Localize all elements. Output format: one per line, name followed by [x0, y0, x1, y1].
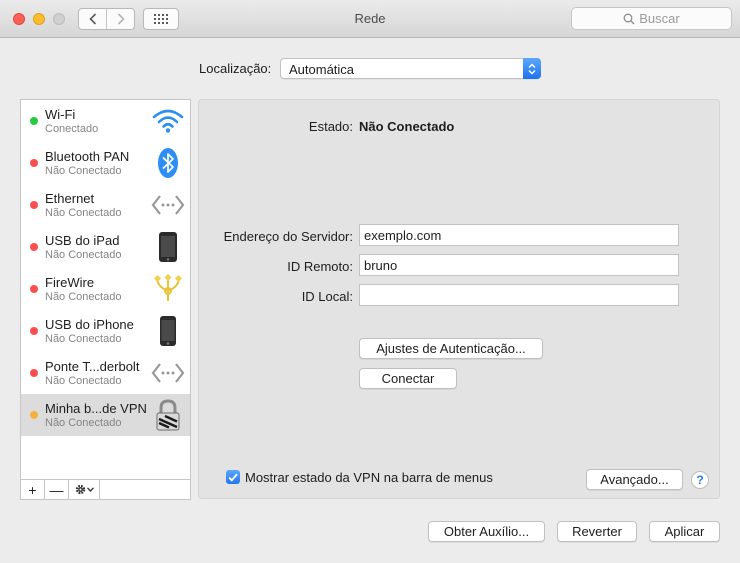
- service-item-vpn[interactable]: Minha b...de VPN Não Conectado: [21, 394, 190, 436]
- service-status: Conectado: [45, 123, 99, 135]
- authentication-settings-button[interactable]: Ajustes de Autenticação...: [359, 338, 543, 359]
- service-item-thunderbolt-bridge[interactable]: Ponte T...derbolt Não Conectado: [21, 352, 190, 394]
- vpn-lock-icon: [151, 399, 185, 431]
- service-name: FireWire: [45, 275, 95, 290]
- help-button[interactable]: ?: [691, 471, 709, 489]
- status-dot: [30, 327, 38, 335]
- server-address-field[interactable]: [359, 224, 679, 246]
- chevron-down-icon: [87, 487, 94, 492]
- search-field[interactable]: Buscar: [571, 7, 732, 30]
- wifi-icon: [151, 105, 185, 137]
- service-name: Wi-Fi: [45, 107, 76, 122]
- connect-button[interactable]: Conectar: [359, 368, 457, 389]
- local-id-label: ID Local:: [301, 289, 353, 304]
- status-dot: [30, 117, 38, 125]
- search-placeholder: Buscar: [639, 11, 680, 26]
- remote-id-label: ID Remoto:: [287, 259, 353, 274]
- service-name: Minha b...de VPN: [45, 401, 147, 416]
- status-dot: [30, 411, 38, 419]
- status-dot: [30, 201, 38, 209]
- location-select[interactable]: Automática: [280, 58, 541, 79]
- actions-menu-button[interactable]: [69, 480, 100, 499]
- status-dot: [30, 369, 38, 377]
- vpn-detail-panel: Estado: Não Conectado Endereço do Servid…: [198, 99, 720, 499]
- revert-button[interactable]: Reverter: [557, 521, 637, 542]
- search-icon: [623, 13, 635, 24]
- thunderbolt-bridge-icon: [151, 357, 185, 389]
- service-name: Bluetooth PAN: [45, 149, 130, 164]
- service-name: USB do iPad: [45, 233, 120, 248]
- service-item-usb-ipad[interactable]: USB do iPad Não Conectado: [21, 226, 190, 268]
- bluetooth-icon: [151, 147, 185, 179]
- status-label: Estado:: [308, 119, 353, 134]
- ipad-icon: [151, 231, 185, 263]
- location-value: Automática: [289, 62, 355, 77]
- remove-service-button[interactable]: —: [45, 480, 69, 499]
- service-item-usb-iphone[interactable]: USB do iPhone Não Conectado: [21, 310, 190, 352]
- firewire-icon: [151, 273, 185, 305]
- service-name: Ponte T...derbolt: [45, 359, 140, 374]
- local-id-input[interactable]: [360, 285, 678, 305]
- remote-id-field[interactable]: [359, 254, 679, 276]
- service-item-ethernet[interactable]: Ethernet Não Conectado: [21, 184, 190, 226]
- service-status: Não Conectado: [45, 417, 122, 429]
- service-status: Não Conectado: [45, 165, 122, 177]
- iphone-icon: [151, 315, 185, 347]
- ethernet-icon: [151, 189, 185, 221]
- service-status: Não Conectado: [45, 207, 122, 219]
- add-service-button[interactable]: +: [21, 480, 45, 499]
- service-item-firewire[interactable]: FireWire Não Conectado: [21, 268, 190, 310]
- show-vpn-status-label[interactable]: Mostrar estado da VPN na barra de menus: [245, 470, 493, 485]
- status-dot: [30, 159, 38, 167]
- status-dot: [30, 243, 38, 251]
- service-name: Ethernet: [45, 191, 95, 206]
- status-value: Não Conectado: [359, 119, 455, 134]
- service-status: Não Conectado: [45, 375, 122, 387]
- get-help-button[interactable]: Obter Auxílio...: [428, 521, 545, 542]
- checkmark-icon: [228, 473, 238, 482]
- local-id-field[interactable]: [359, 284, 679, 306]
- title-bar: Rede Buscar: [0, 0, 740, 38]
- server-address-input[interactable]: [360, 225, 678, 245]
- service-status: Não Conectado: [45, 249, 122, 261]
- location-label: Localização:: [199, 61, 272, 76]
- remote-id-input[interactable]: [360, 255, 678, 275]
- service-name: USB do iPhone: [45, 317, 134, 332]
- service-item-wifi[interactable]: Wi-Fi Conectado: [21, 100, 190, 142]
- service-status: Não Conectado: [45, 333, 122, 345]
- status-dot: [30, 285, 38, 293]
- show-vpn-status-checkbox[interactable]: [226, 470, 240, 484]
- service-status: Não Conectado: [45, 291, 122, 303]
- server-address-label: Endereço do Servidor:: [223, 229, 353, 244]
- updown-arrows-icon: [523, 58, 541, 79]
- advanced-button[interactable]: Avançado...: [586, 469, 683, 490]
- service-list: Wi-Fi Conectado Bluetooth PAN Não Conect…: [20, 99, 191, 500]
- gear-icon: [75, 484, 86, 495]
- service-item-bluetooth-pan[interactable]: Bluetooth PAN Não Conectado: [21, 142, 190, 184]
- apply-button[interactable]: Aplicar: [649, 521, 720, 542]
- service-list-toolbar: + —: [21, 479, 190, 499]
